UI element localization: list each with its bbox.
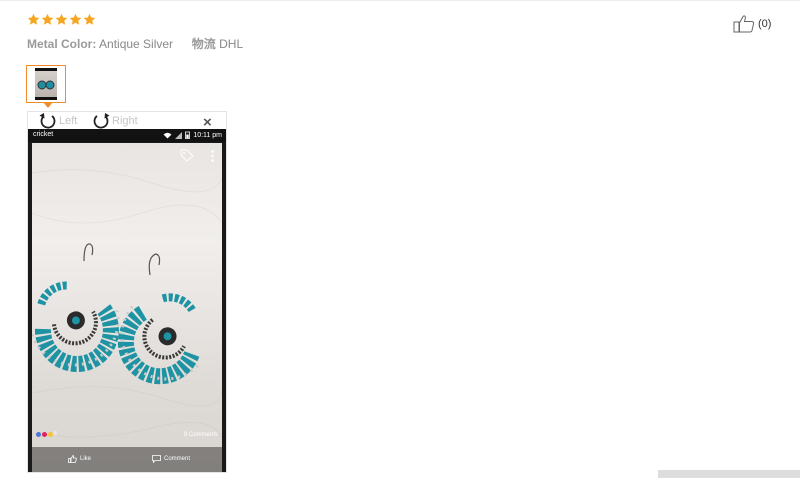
wifi-icon <box>163 132 172 138</box>
phone-time: 10:11 pm <box>193 131 222 139</box>
rotate-right-label: Right <box>112 114 138 127</box>
comment-bubble-icon <box>152 455 161 463</box>
star-icon <box>55 13 68 25</box>
love-reaction-icon <box>42 431 47 437</box>
helpful-count: (0) <box>758 17 772 30</box>
like-thumb-icon <box>68 455 77 463</box>
like-action: Like <box>68 455 91 463</box>
thumbnail-selected-indicator <box>43 102 53 108</box>
carrier-label: cricket <box>33 131 54 138</box>
comment-action: Comment <box>152 455 190 463</box>
comments-count: 8 Comments <box>183 432 218 438</box>
rotate-right-icon <box>93 113 110 129</box>
wow-reaction-icon <box>48 431 53 437</box>
star-icon <box>83 13 96 25</box>
like-label: Like <box>80 456 92 462</box>
star-icon <box>41 13 54 25</box>
star-icon <box>27 13 40 25</box>
star-rating <box>27 13 96 26</box>
attribute-key-shipping: 物流 <box>191 37 216 51</box>
attribute-key-metal-color: Metal Color: <box>27 37 97 51</box>
attribute-value-shipping: DHL <box>219 37 244 51</box>
horizontal-scrollbar[interactable] <box>658 470 800 478</box>
review-photo: cricket 10:11 pm 8 8 Comments Like Comme… <box>28 129 226 472</box>
photo-thumbnail-image <box>35 68 57 100</box>
photo-viewer: Left Right × cricket 10:11 pm 8 8 Commen… <box>27 111 227 473</box>
thumbs-up-icon <box>733 15 755 33</box>
rotate-right-button[interactable]: Right <box>91 112 138 129</box>
rotate-left-icon <box>39 113 56 129</box>
review-attributes: Metal Color: Antique Silver 物流 DHL <box>27 35 243 52</box>
rotate-left-label: Left <box>59 114 78 127</box>
post-actions-bar: Like Comment <box>32 447 222 472</box>
comment-label: Comment <box>164 456 191 462</box>
more-options-icon <box>211 150 214 162</box>
star-icon <box>69 13 82 25</box>
reaction-summary: 8 <box>36 431 57 437</box>
top-divider <box>0 0 800 1</box>
reaction-count: 8 <box>54 431 57 437</box>
helpful-button[interactable]: (0) <box>733 14 771 33</box>
phone-status-bar: cricket 10:11 pm <box>28 129 226 142</box>
social-overlay: 8 8 Comments Like Comment <box>32 143 222 472</box>
like-reaction-icon <box>36 431 41 437</box>
photo-thumbnail[interactable] <box>26 65 66 103</box>
attribute-value-metal-color: Antique Silver <box>99 37 174 51</box>
battery-icon <box>185 131 191 139</box>
signal-icon <box>175 131 183 139</box>
tag-icon <box>180 149 194 162</box>
earrings-thumbnail-icon <box>35 68 57 100</box>
rotate-left-button[interactable]: Left <box>38 112 77 129</box>
